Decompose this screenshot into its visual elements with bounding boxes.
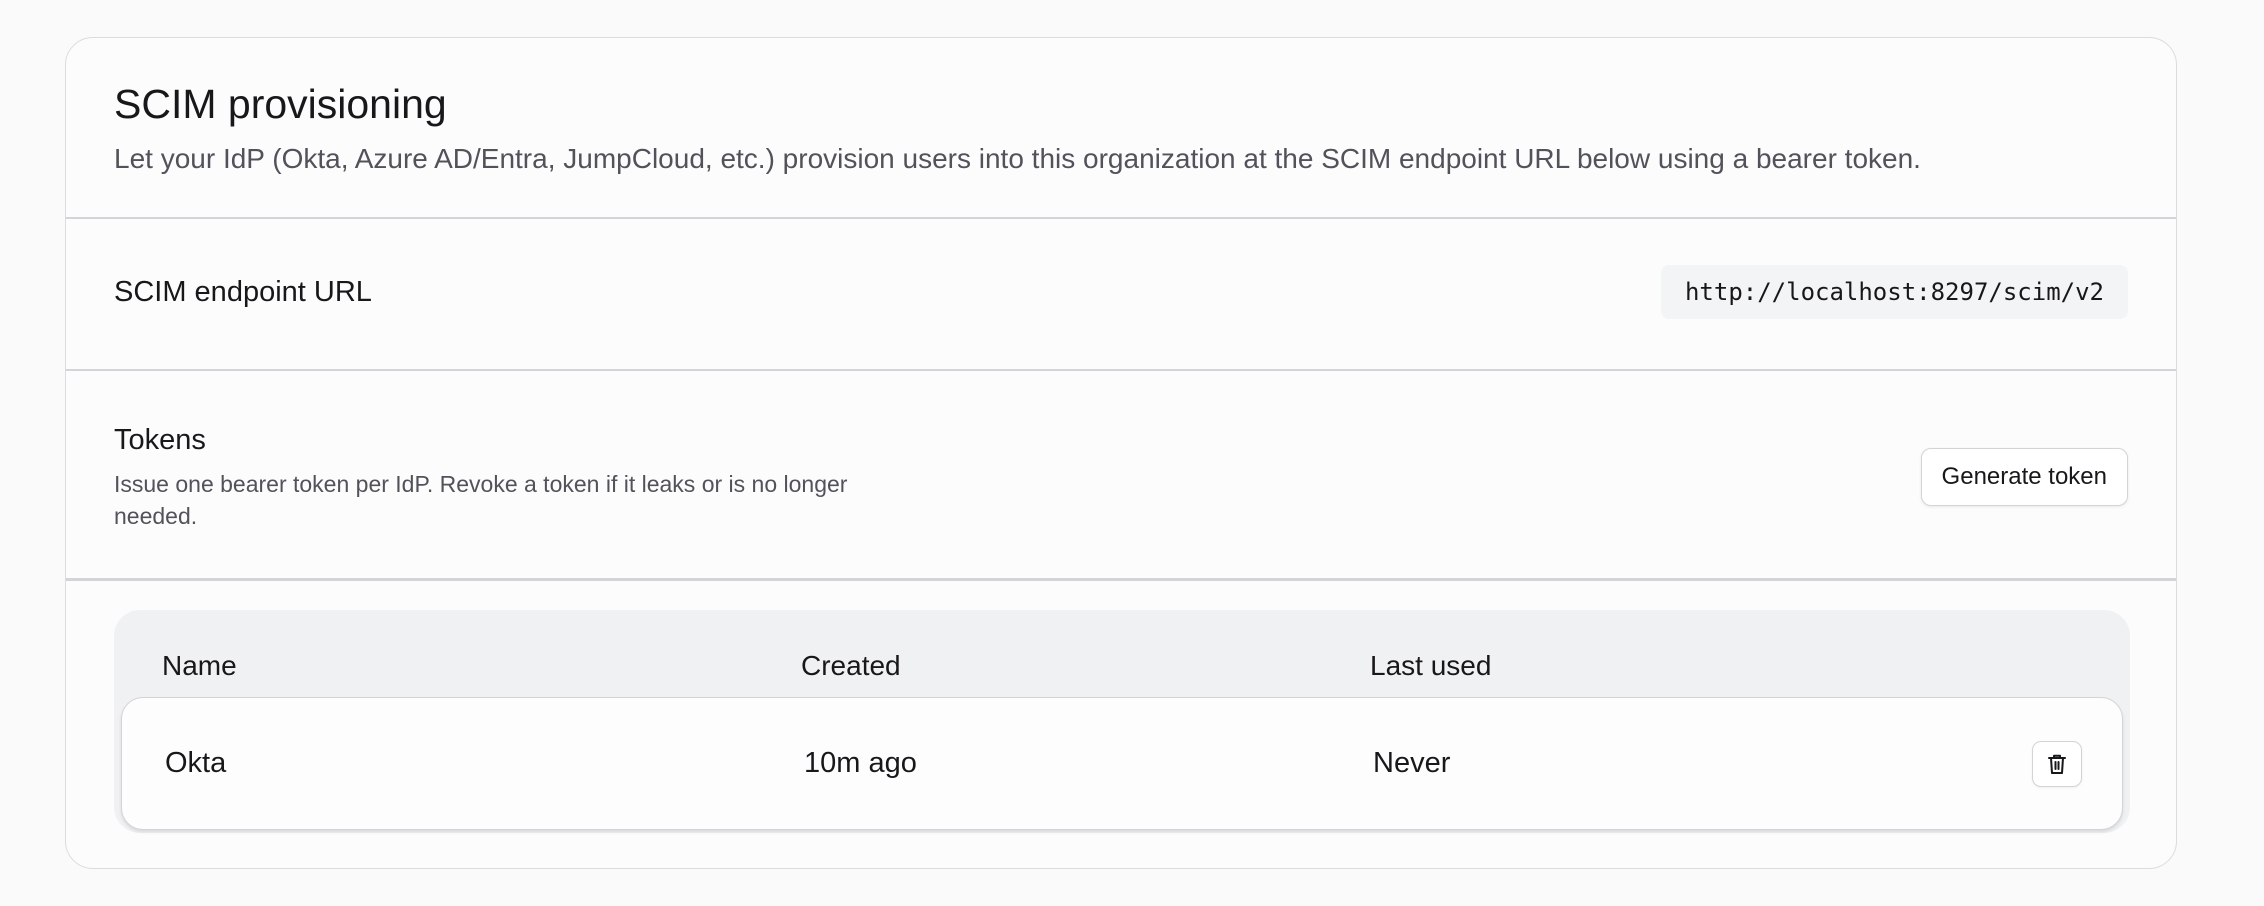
tokens-table: Name Created Last used Okta 10m ago Neve… xyxy=(114,610,2130,833)
revoke-token-button[interactable] xyxy=(2032,741,2082,787)
endpoint-section: SCIM endpoint URL http://localhost:8297/… xyxy=(66,219,2176,371)
page-description: Let your IdP (Okta, Azure AD/Entra, Jump… xyxy=(114,143,1921,174)
trash-icon xyxy=(2047,753,2067,775)
column-header-last-used: Last used xyxy=(1370,650,1492,681)
column-header-name: Name xyxy=(162,650,237,681)
tokens-title: Tokens xyxy=(114,424,206,456)
endpoint-label: SCIM endpoint URL xyxy=(114,276,372,308)
endpoint-url-value[interactable]: http://localhost:8297/scim/v2 xyxy=(1660,265,2128,319)
token-last-used-cell: Never xyxy=(1373,747,1451,779)
generate-token-button[interactable]: Generate token xyxy=(1920,448,2128,506)
page-title: SCIM provisioning xyxy=(114,81,447,127)
scim-header-section: SCIM provisioning Let your IdP (Okta, Az… xyxy=(66,38,2176,219)
column-header-created: Created xyxy=(801,650,901,681)
tokens-description: Issue one bearer token per IdP. Revoke a… xyxy=(114,471,848,529)
scim-provisioning-card: SCIM provisioning Let your IdP (Okta, Az… xyxy=(65,37,2177,869)
token-name-cell: Okta xyxy=(165,747,227,779)
token-created-cell: 10m ago xyxy=(804,747,917,779)
table-row: Okta 10m ago Never xyxy=(121,697,2123,830)
tokens-section: Tokens Issue one bearer token per IdP. R… xyxy=(66,371,2176,581)
